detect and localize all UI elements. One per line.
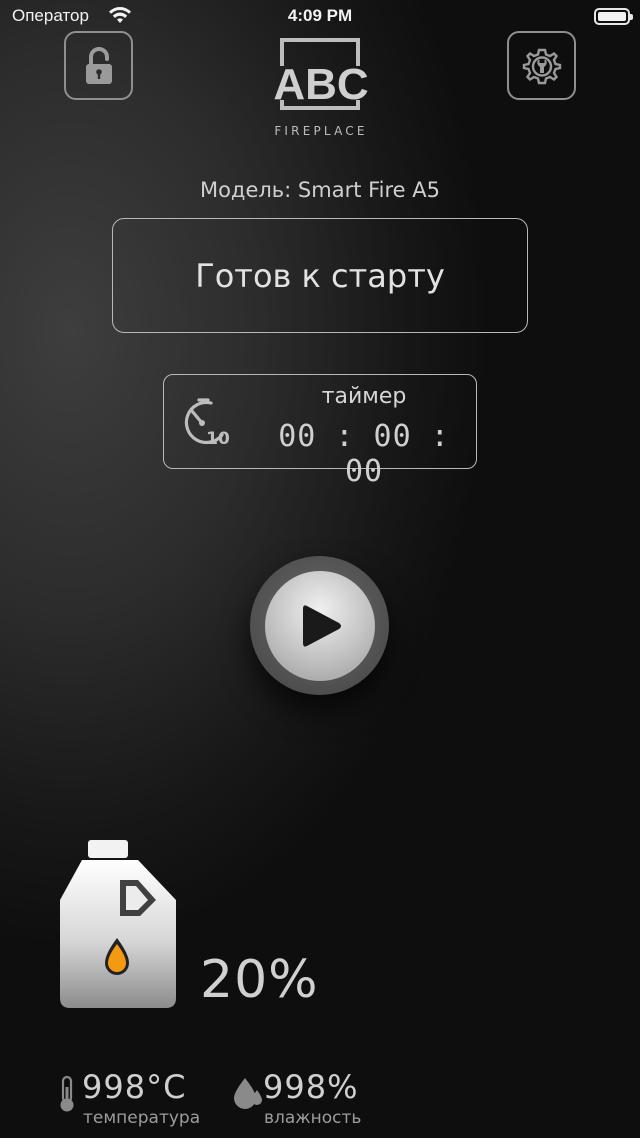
gear-wrench-icon — [522, 48, 561, 84]
timer-icon: 10 — [184, 398, 230, 447]
timer-icon-badge: 10 — [206, 429, 230, 447]
timer-value: 00 : 00 : 00 — [278, 419, 450, 489]
model-label: Модель: Smart Fire A5 — [199, 178, 441, 202]
abc-fireplace-logo: ABC FIREPLACE — [273, 38, 369, 138]
status-text: Готов к старту — [195, 256, 445, 295]
unlocked-padlock-icon — [85, 46, 112, 84]
play-icon — [302, 604, 341, 647]
status-time: 4:09 PM — [287, 6, 353, 25]
logo-text: ABC — [273, 60, 368, 109]
status-display: Готов к старту — [112, 218, 528, 333]
temperature-label: температура — [83, 1108, 201, 1128]
humidity-drop-icon — [234, 1078, 262, 1109]
fuel-canister-icon — [60, 840, 176, 1008]
battery-icon — [594, 8, 633, 25]
humidity-value: 998% — [263, 1068, 359, 1106]
play-button[interactable] — [250, 556, 389, 695]
humidity-label: влажность — [264, 1108, 362, 1128]
lock-button[interactable] — [64, 31, 133, 100]
settings-button[interactable] — [507, 31, 576, 100]
timer-label: таймер — [321, 384, 407, 409]
thermometer-icon — [60, 1075, 74, 1112]
logo-subtext: FIREPLACE — [274, 124, 367, 138]
fuel-percent: 20% — [200, 950, 319, 1010]
temperature-value: 998°C — [82, 1068, 187, 1106]
timer-panel[interactable]: 10 таймер 00 : 00 : 00 — [163, 374, 477, 489]
